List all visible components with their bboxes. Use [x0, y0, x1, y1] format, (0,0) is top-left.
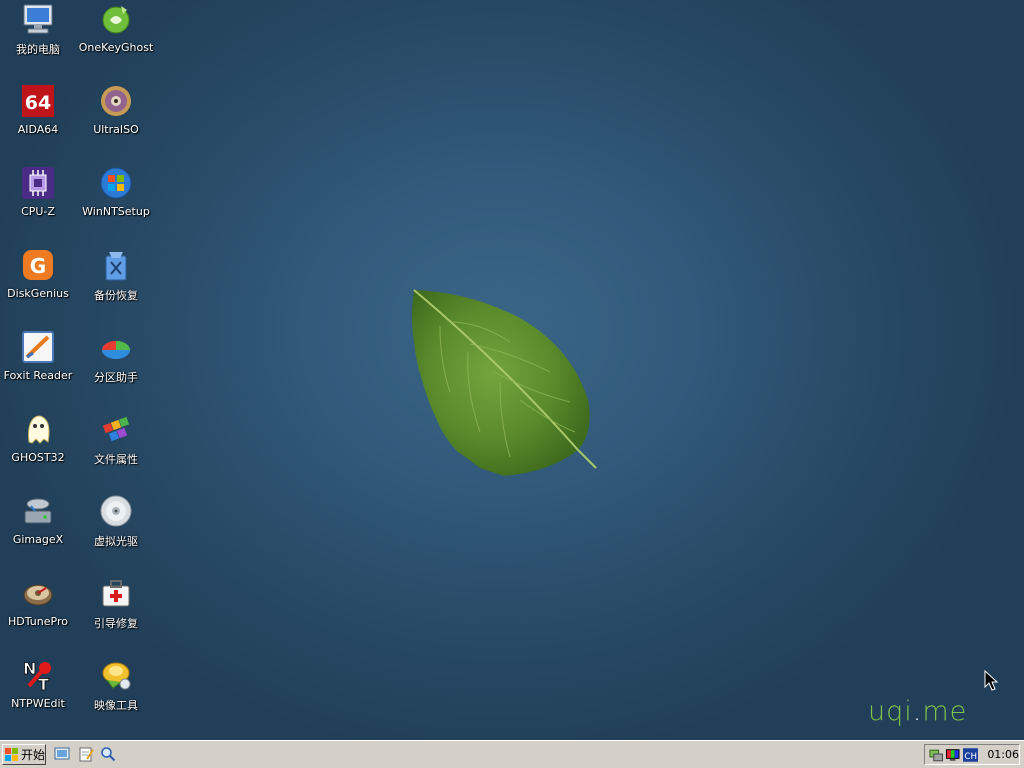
onekeyghost-icon [99, 2, 133, 36]
input-method-icon[interactable]: CH [962, 747, 979, 763]
brand-logo-dot: . [912, 696, 923, 727]
clock[interactable]: 01:06 [987, 748, 1019, 761]
desktop-icon-label: OneKeyGhost [78, 41, 154, 54]
desktop-icon-label: 映像工具 [94, 699, 138, 712]
notepad-icon[interactable] [78, 746, 94, 762]
ghost-icon [21, 412, 55, 446]
desktop-icon-boot-repair[interactable]: 引导修复 [78, 576, 154, 652]
hdtune-icon [21, 576, 55, 610]
svg-text:64: 64 [25, 92, 51, 114]
desktop-icon-file-attributes[interactable]: 文件属性 [78, 412, 154, 488]
desktop[interactable]: 我的电脑 64 AIDA64 CPU-Z G DiskGenius Foxit … [0, 0, 1024, 740]
partition-icon [99, 330, 133, 364]
desktop-icon-label: 文件属性 [94, 453, 138, 466]
desktop-icon-label: UltraISO [93, 123, 139, 136]
desktop-icon-label: DiskGenius [7, 287, 69, 300]
svg-text:G: G [30, 254, 46, 278]
windows-logo-icon [5, 747, 18, 761]
wallpaper-leaf [412, 289, 597, 476]
virtual-drive-icon [99, 494, 133, 528]
show-desktop-icon[interactable] [54, 746, 70, 762]
desktop-icon-onekeyghost[interactable]: OneKeyGhost [78, 2, 154, 78]
desktop-icon-label: WinNTSetup [82, 205, 150, 218]
desktop-icon-cpu-z[interactable]: CPU-Z [0, 166, 76, 242]
file-attributes-icon [99, 412, 133, 446]
brand-logo: uqi.me [868, 696, 967, 727]
gimagex-icon [21, 494, 55, 528]
boot-repair-icon [99, 576, 133, 610]
desktop-icon-ntpwedit[interactable]: NT NTPWEdit [0, 658, 76, 734]
desktop-icon-ultraiso[interactable]: UltraISO [78, 84, 154, 160]
desktop-icon-label: 虚拟光驱 [94, 535, 138, 548]
desktop-icon-label: Foxit Reader [3, 369, 73, 382]
foxit-icon [21, 330, 55, 364]
desktop-icon-label: 我的电脑 [16, 43, 60, 56]
start-button[interactable]: 开始 [2, 744, 46, 765]
aida64-icon: 64 [21, 84, 55, 118]
brand-logo-part: uqi [868, 696, 913, 727]
image-tool-icon [99, 658, 133, 692]
desktop-icon-label: 备份恢复 [94, 289, 138, 302]
desktop-icon-my-computer[interactable]: 我的电脑 [0, 2, 76, 78]
desktop-icon-diskgenius[interactable]: G DiskGenius [0, 248, 76, 324]
desktop-icon-partition-assistant[interactable]: 分区助手 [78, 330, 154, 406]
desktop-icon-virtual-drive[interactable]: 虚拟光驱 [78, 494, 154, 570]
desktop-icon-label: GHOST32 [11, 451, 65, 464]
computer-icon [21, 2, 55, 36]
backup-icon [99, 248, 133, 282]
disc-icon [99, 84, 133, 118]
brand-logo-part: me [922, 696, 968, 727]
system-tray: CH 01:06 [924, 744, 1020, 765]
network-icon[interactable] [928, 747, 943, 763]
windows-icon [99, 166, 133, 200]
desktop-icon-winntsetup[interactable]: WinNTSetup [78, 166, 154, 242]
desktop-icon-label: AIDA64 [17, 123, 59, 136]
desktop-icon-gimagex[interactable]: GimageX [0, 494, 76, 570]
diskgenius-icon: G [21, 248, 55, 282]
desktop-icon-image-tool[interactable]: 映像工具 [78, 658, 154, 734]
svg-text:T: T [38, 675, 49, 692]
desktop-icon-label: 分区助手 [94, 371, 138, 384]
mouse-cursor-icon [984, 670, 998, 691]
display-icon[interactable] [945, 747, 960, 763]
desktop-icon-hdtunepro[interactable]: HDTunePro [0, 576, 76, 652]
desktop-icon-label: CPU-Z [21, 205, 55, 218]
desktop-icon-ghost32[interactable]: GHOST32 [0, 412, 76, 488]
desktop-icon-label: GimageX [12, 533, 64, 546]
desktop-icon-foxit-reader[interactable]: Foxit Reader [0, 330, 76, 406]
ime-label: CH [964, 751, 977, 761]
ntpwedit-icon: NT [21, 658, 55, 692]
desktop-icon-backup-restore[interactable]: 备份恢复 [78, 248, 154, 324]
desktop-icon-label: 引导修复 [94, 617, 138, 630]
start-button-label: 开始 [21, 748, 46, 762]
search-icon[interactable] [100, 746, 116, 762]
taskbar: 开始 CH 01:06 [0, 740, 1024, 768]
svg-text:N: N [23, 659, 36, 678]
desktop-icon-label: NTPWEdit [11, 697, 65, 710]
desktop-icon-aida64[interactable]: 64 AIDA64 [0, 84, 76, 160]
cpu-icon [21, 166, 55, 200]
desktop-icon-label: HDTunePro [8, 615, 68, 628]
